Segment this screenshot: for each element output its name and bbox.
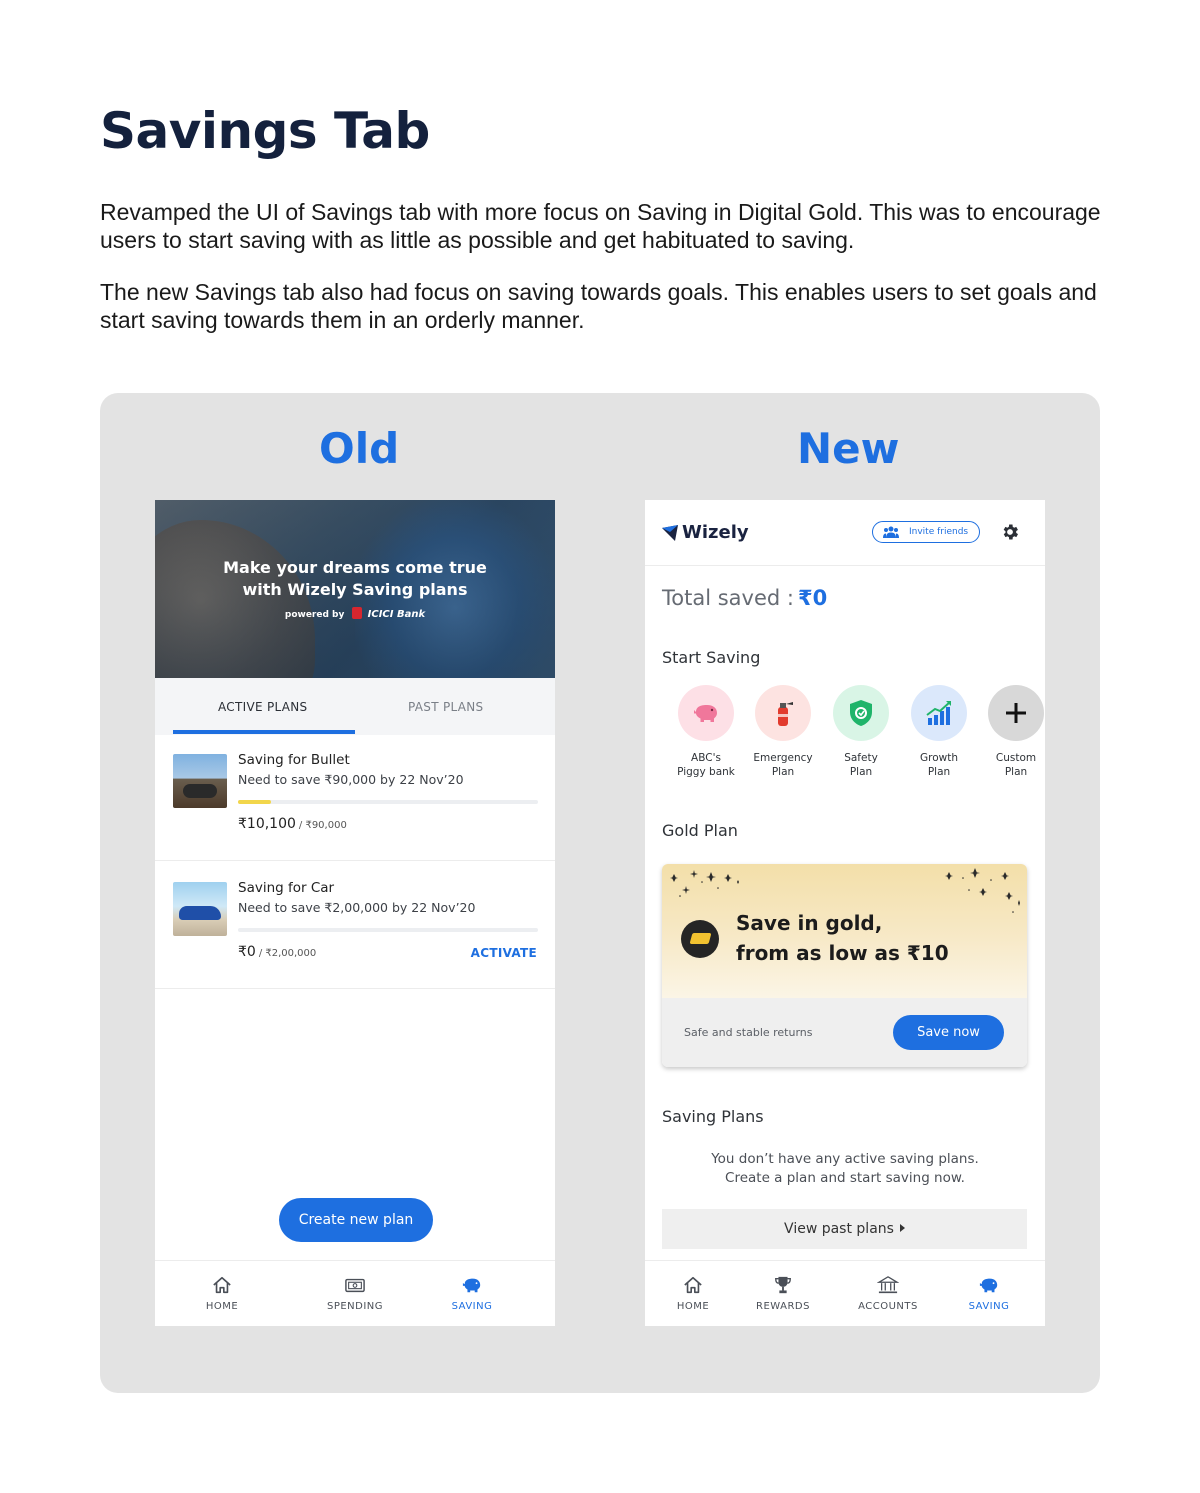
piggy-bank-icon xyxy=(694,705,717,722)
plan-name: Saving for Car xyxy=(238,880,335,896)
hero-title: Make your dreams come true with Wizely S… xyxy=(223,558,487,599)
hero-banner: Make your dreams come true with Wizely S… xyxy=(155,500,555,678)
growth-chart-icon xyxy=(926,701,951,725)
view-past-plans-button[interactable]: View past plans xyxy=(662,1209,1027,1249)
start-saving-title: Start Saving xyxy=(662,648,761,667)
old-savings-screen: Make your dreams come true with Wizely S… xyxy=(155,500,555,1326)
plus-icon xyxy=(1006,703,1026,723)
plan-card-bullet[interactable]: Saving for Bullet Need to save ₹90,000 b… xyxy=(155,736,555,861)
goal-circle xyxy=(911,685,967,741)
bottom-nav: HOME REWARDS ACCOUNTS SAVING xyxy=(645,1260,1045,1326)
powered-by: powered by ICICI Bank xyxy=(284,607,426,620)
fire-extinguisher-icon xyxy=(778,702,793,726)
goal-growth-plan[interactable]: Growth Plan xyxy=(900,685,978,779)
goal-custom-plan[interactable]: Custom Plan xyxy=(977,685,1045,779)
total-saved-value: ₹0 xyxy=(798,586,828,610)
goal-circle xyxy=(988,685,1044,741)
old-label: Old xyxy=(319,424,400,473)
plan-progress-bar xyxy=(238,928,538,932)
intro-paragraph-1: Revamped the UI of Savings tab with more… xyxy=(100,199,1101,253)
goal-safety-plan[interactable]: Safety Plan xyxy=(822,685,900,779)
car-image xyxy=(173,882,227,936)
invite-friends-button[interactable]: Invite friends xyxy=(872,521,980,543)
nav-home[interactable]: HOME xyxy=(177,1275,267,1312)
gold-headline: Save in gold, from as low as ₹10 xyxy=(736,911,949,965)
motorbike-image xyxy=(173,754,227,808)
nav-saving[interactable]: SAVING xyxy=(427,1275,517,1312)
app-header: Wizely Invite friends xyxy=(645,500,1045,566)
home-icon xyxy=(213,1276,231,1294)
new-label: New xyxy=(797,424,900,473)
goal-emergency-plan[interactable]: Emergency Plan xyxy=(744,685,822,779)
home-icon xyxy=(684,1276,702,1294)
sparkles-icon xyxy=(670,870,739,897)
goal-circle xyxy=(678,685,734,741)
gold-plan-title: Gold Plan xyxy=(662,821,738,840)
gold-bar-icon xyxy=(681,920,719,958)
shield-icon xyxy=(850,700,872,726)
plan-subtitle: Need to save ₹2,00,000 by 22 Nov’20 xyxy=(238,900,476,915)
tab-past-plans[interactable]: PAST PLANS xyxy=(408,700,483,714)
wallet-icon xyxy=(345,1278,365,1293)
intro-paragraph-2: The new Savings tab also had focus on sa… xyxy=(100,279,1097,333)
gold-caption: Safe and stable returns xyxy=(684,1026,813,1039)
trophy-icon xyxy=(775,1276,791,1294)
nav-accounts[interactable]: ACCOUNTS xyxy=(843,1275,933,1312)
plan-card-car[interactable]: Saving for Car Need to save ₹2,00,000 by… xyxy=(155,864,555,989)
piggy-bank-icon xyxy=(462,1278,481,1293)
goal-circle xyxy=(755,685,811,741)
save-now-button[interactable]: Save now xyxy=(893,1015,1004,1050)
nav-saving[interactable]: SAVING xyxy=(944,1275,1034,1312)
bank-icon xyxy=(877,1276,899,1294)
plan-progress-bar xyxy=(238,800,538,804)
goal-piggy-bank[interactable]: ABC's Piggy bank xyxy=(667,685,745,779)
plan-progress-fill xyxy=(238,800,271,804)
nav-spending[interactable]: SPENDING xyxy=(310,1275,400,1312)
tab-active-plans[interactable]: ACTIVE PLANS xyxy=(218,700,307,714)
caret-right-icon xyxy=(899,1224,905,1232)
plan-tabs: ACTIVE PLANS PAST PLANS xyxy=(155,678,555,735)
piggy-bank-icon xyxy=(979,1278,998,1293)
brand-name: Wizely xyxy=(682,522,749,543)
wizely-logo-icon xyxy=(662,525,678,541)
activate-button[interactable]: ACTIVATE xyxy=(471,946,537,960)
saving-plans-title: Saving Plans xyxy=(662,1107,764,1126)
active-tab-indicator xyxy=(173,730,355,734)
new-savings-screen: Wizely Invite friends Total saved : ₹0 S… xyxy=(645,500,1045,1326)
nav-rewards[interactable]: REWARDS xyxy=(738,1275,828,1312)
plan-amount: ₹10,100/ ₹90,000 xyxy=(238,816,347,832)
plan-amount: ₹0/ ₹2,00,000 xyxy=(238,944,317,960)
plan-subtitle: Need to save ₹90,000 by 22 Nov’20 xyxy=(238,772,464,787)
gold-plan-card[interactable]: Save in gold, from as low as ₹10 Safe an… xyxy=(662,864,1027,1067)
goal-circle xyxy=(833,685,889,741)
create-plan-button[interactable]: Create new plan xyxy=(279,1198,433,1242)
people-icon xyxy=(883,526,899,538)
nav-home[interactable]: HOME xyxy=(648,1275,738,1312)
settings-gear-icon[interactable] xyxy=(1000,522,1020,542)
bottom-nav: HOME SPENDING SAVING xyxy=(155,1260,555,1326)
plan-name: Saving for Bullet xyxy=(238,752,350,768)
page-title: Savings Tab xyxy=(100,102,430,160)
icici-logo-icon xyxy=(351,607,362,619)
empty-plans-message: You don’t have any active saving plans. … xyxy=(711,1151,979,1186)
total-saved-label: Total saved : xyxy=(662,586,794,610)
